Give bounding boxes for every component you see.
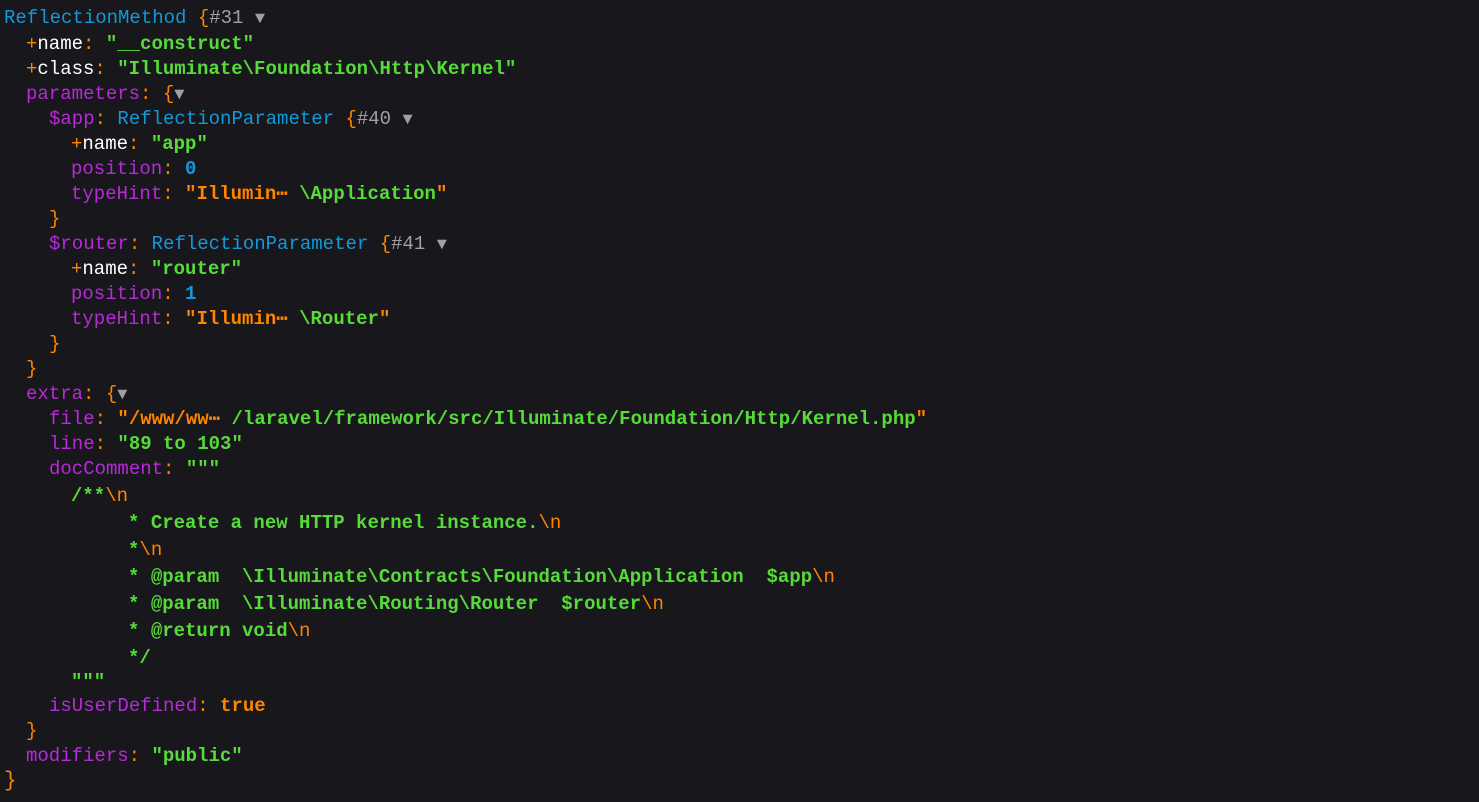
collapse-toggle-icon[interactable]: ▼ <box>174 83 184 108</box>
prop-class: +class: "Illuminate\Foundation\Http\Kern… <box>26 58 517 80</box>
prop-modifiers: modifiers: "public" <box>26 745 243 767</box>
doc-line: /**\n <box>71 485 129 507</box>
var-dump-output: ReflectionMethod {#31 ▼ +name: "__constr… <box>0 0 1479 802</box>
doc-line: * @param \Illuminate\Contracts\Foundatio… <box>71 566 835 588</box>
root-close-brace: } <box>4 770 17 793</box>
param-router-name: +name: "router" <box>71 258 243 280</box>
collapse-toggle-icon[interactable]: ▼ <box>437 233 447 258</box>
typehint-prefix: Illumin <box>196 308 277 330</box>
param-position-value: 1 <box>185 283 197 305</box>
collapse-toggle-icon[interactable]: ▼ <box>403 108 413 133</box>
extra-isuserdefined: isUserDefined: true <box>49 695 266 717</box>
extra-line: line: "89 to 103" <box>49 433 243 455</box>
root-header: ReflectionMethod {#31 ▼ <box>4 6 265 31</box>
doc-line: * @param \Illuminate\Routing\Router $rou… <box>71 593 664 615</box>
modifiers-value: public <box>162 745 232 767</box>
prop-name-value: __construct <box>117 33 243 55</box>
param-var: $router <box>49 233 129 255</box>
collapse-toggle-icon[interactable]: ▼ <box>255 7 265 32</box>
param-position-value: 0 <box>185 158 197 180</box>
doc-close-quotes: """ <box>71 671 106 693</box>
param-name-value: router <box>162 258 231 280</box>
parameters-key: parameters <box>26 83 141 105</box>
close-brace: } <box>49 208 61 230</box>
collapse-toggle-icon[interactable]: ▼ <box>117 383 127 408</box>
param-class: ReflectionParameter <box>117 108 335 130</box>
param-ref-id: #41 <box>391 233 426 255</box>
doc-line: */ <box>71 647 151 669</box>
doc-line: *\n <box>71 539 163 561</box>
typehint-suffix: \Application <box>299 183 436 205</box>
extra-file: file: "/www/ww⋯ /laravel/framework/src/I… <box>49 408 928 430</box>
close-brace: } <box>49 333 61 355</box>
param-router-typehint: typeHint: "Illumin⋯ \Router" <box>71 308 391 330</box>
open-brace: { <box>197 7 210 29</box>
param-app-position: position: 0 <box>71 158 197 180</box>
typehint-suffix: \Router <box>299 308 379 330</box>
file-suffix: /laravel/framework/src/Illuminate/Founda… <box>231 408 916 430</box>
root-ref-id: #31 <box>209 7 244 29</box>
doc-line: * @return void\n <box>71 620 311 642</box>
param-router-position: position: 1 <box>71 283 197 305</box>
extra-doccomment: docComment: """ <box>49 458 221 480</box>
close-brace: } <box>26 720 38 742</box>
param-var: $app <box>49 108 95 130</box>
param-router-header: $router: ReflectionParameter {#41 ▼ <box>49 232 447 257</box>
typehint-prefix: Illumin <box>196 183 277 205</box>
param-app-header: $app: ReflectionParameter {#40 ▼ <box>49 107 413 132</box>
close-brace: } <box>26 358 38 380</box>
extra-key: extra <box>26 383 84 405</box>
ellipsis-toggle[interactable]: ⋯ <box>209 408 220 430</box>
prop-parameters: parameters: {▼ <box>26 82 184 107</box>
param-class: ReflectionParameter <box>151 233 369 255</box>
param-app-name: +name: "app" <box>71 133 208 155</box>
prop-extra: extra: {▼ <box>26 382 127 407</box>
line-value: 89 to 103 <box>128 433 232 455</box>
doc-line: * Create a new HTTP kernel instance.\n <box>71 512 562 534</box>
prop-name: +name: "__construct" <box>26 33 255 55</box>
param-app-typehint: typeHint: "Illumin⋯ \Application" <box>71 183 448 205</box>
prop-name-key: name <box>37 33 84 55</box>
root-class-name: ReflectionMethod <box>4 7 187 29</box>
prop-class-key: class <box>37 58 95 80</box>
file-prefix: /www/ww <box>128 408 209 430</box>
isuserdefined-value: true <box>220 695 266 717</box>
param-name-value: app <box>162 133 197 155</box>
param-ref-id: #40 <box>356 108 392 130</box>
prop-class-value: Illuminate\Foundation\Http\Kernel <box>128 58 505 80</box>
ellipsis-toggle[interactable]: ⋯ <box>276 183 287 205</box>
ellipsis-toggle[interactable]: ⋯ <box>276 308 287 330</box>
